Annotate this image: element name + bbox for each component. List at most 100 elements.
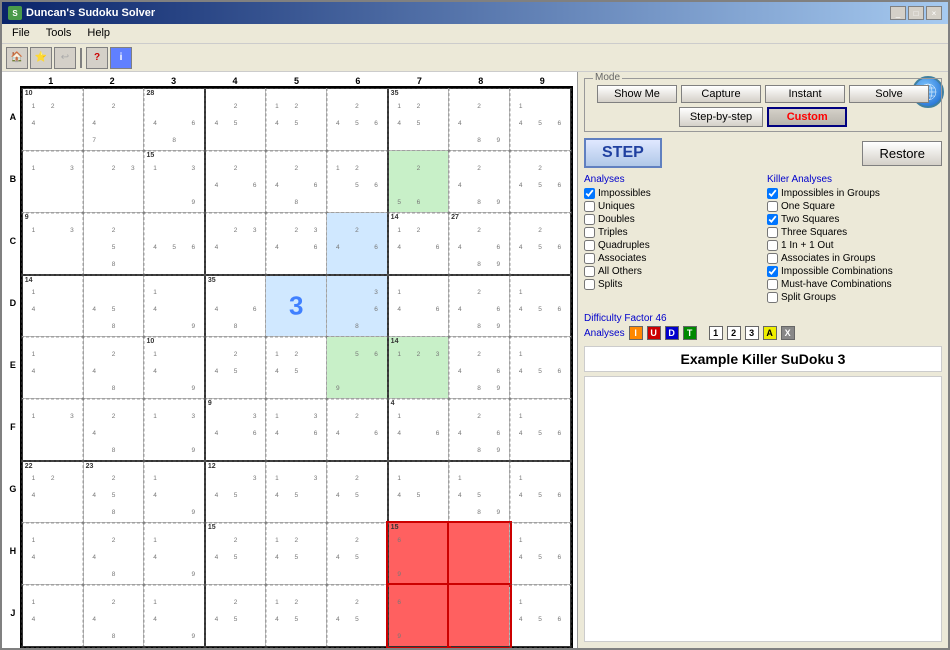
cell-8-4[interactable]: 1245	[266, 585, 327, 647]
checkbox-impossibles[interactable]	[584, 188, 595, 199]
minimize-button[interactable]: _	[890, 6, 906, 20]
cell-7-1[interactable]: 248	[83, 523, 144, 585]
cell-5-8[interactable]: 1456	[510, 399, 571, 461]
cell-3-4[interactable]: 3	[266, 275, 327, 337]
cell-2-0[interactable]: 913	[22, 213, 83, 275]
restore-button[interactable]: Restore	[862, 141, 942, 166]
cell-8-8[interactable]: 1456	[510, 585, 571, 647]
cell-1-0[interactable]: 13	[22, 151, 83, 213]
step-button[interactable]: STEP	[584, 138, 662, 168]
cell-8-0[interactable]: 14	[22, 585, 83, 647]
cell-6-3[interactable]: 12345	[205, 461, 266, 523]
cell-5-4[interactable]: 1346	[266, 399, 327, 461]
star-button[interactable]: ⭐	[30, 47, 52, 69]
cell-6-2[interactable]: 149	[144, 461, 205, 523]
cell-4-4[interactable]: 1245	[266, 337, 327, 399]
cell-6-5[interactable]: 245	[327, 461, 388, 523]
cell-5-3[interactable]: 9346	[205, 399, 266, 461]
cell-5-2[interactable]: 139	[144, 399, 205, 461]
checkbox-split-groups[interactable]	[767, 292, 778, 303]
cell-5-0[interactable]: 13	[22, 399, 83, 461]
close-button[interactable]: ×	[926, 6, 942, 20]
show-me-button[interactable]: Show Me	[597, 85, 677, 103]
cell-2-1[interactable]: 258	[83, 213, 144, 275]
cell-2-2[interactable]: 456	[144, 213, 205, 275]
sudoku-grid[interactable]: 1012424728468245124524563512452489145613…	[20, 86, 573, 648]
cell-1-8[interactable]: 2456	[510, 151, 571, 213]
checkbox-uniques[interactable]	[584, 201, 595, 212]
instant-button[interactable]: Instant	[765, 85, 845, 103]
cell-6-8[interactable]: 1456	[510, 461, 571, 523]
cell-4-0[interactable]: 14	[22, 337, 83, 399]
checkbox-associates-groups[interactable]	[767, 253, 778, 264]
cell-2-7[interactable]: 2724689	[449, 213, 510, 275]
cell-7-7[interactable]	[449, 523, 510, 585]
cell-4-1[interactable]: 248	[83, 337, 144, 399]
checkbox-must-have-combos[interactable]	[767, 279, 778, 290]
checkbox-associates[interactable]	[584, 253, 595, 264]
cell-5-5[interactable]: 246	[327, 399, 388, 461]
cell-5-1[interactable]: 248	[83, 399, 144, 461]
cell-7-6[interactable]: 1569	[388, 523, 449, 585]
cell-1-2[interactable]: 15139	[144, 151, 205, 213]
cell-1-1[interactable]: 23	[83, 151, 144, 213]
home-button[interactable]: 🏠	[6, 47, 28, 69]
cell-4-8[interactable]: 1456	[510, 337, 571, 399]
cell-3-1[interactable]: 458	[83, 275, 144, 337]
solve-button[interactable]: Solve	[849, 85, 929, 103]
cell-1-7[interactable]: 2489	[449, 151, 510, 213]
capture-button[interactable]: Capture	[681, 85, 761, 103]
menu-help[interactable]: Help	[79, 26, 118, 41]
cell-2-8[interactable]: 2456	[510, 213, 571, 275]
cell-6-6[interactable]: 145	[388, 461, 449, 523]
checkbox-impossible-combos[interactable]	[767, 266, 778, 277]
cell-7-4[interactable]: 1245	[266, 523, 327, 585]
step-by-step-button[interactable]: Step-by-step	[679, 107, 763, 127]
cell-7-8[interactable]: 1456	[510, 523, 571, 585]
maximize-button[interactable]: □	[908, 6, 924, 20]
cell-4-7[interactable]: 24689	[449, 337, 510, 399]
cell-7-2[interactable]: 149	[144, 523, 205, 585]
cell-0-7[interactable]: 2489	[449, 89, 510, 151]
cell-0-4[interactable]: 1245	[266, 89, 327, 151]
cell-3-2[interactable]: 149	[144, 275, 205, 337]
cell-3-7[interactable]: 24689	[449, 275, 510, 337]
checkbox-1in1out[interactable]	[767, 240, 778, 251]
cell-1-5[interactable]: 1256	[327, 151, 388, 213]
checkbox-three-squares[interactable]	[767, 227, 778, 238]
cell-0-2[interactable]: 28468	[144, 89, 205, 151]
undo-button[interactable]: ↩	[54, 47, 76, 69]
cell-8-7[interactable]	[449, 585, 510, 647]
cell-4-5[interactable]: 569	[327, 337, 388, 399]
checkbox-doubles[interactable]	[584, 214, 595, 225]
window-controls[interactable]: _ □ ×	[890, 6, 942, 20]
cell-0-1[interactable]: 247	[83, 89, 144, 151]
checkbox-two-squares[interactable]	[767, 214, 778, 225]
cell-2-5[interactable]: 246	[327, 213, 388, 275]
cell-3-5[interactable]: 368	[327, 275, 388, 337]
cell-3-8[interactable]: 1456	[510, 275, 571, 337]
cell-4-2[interactable]: 10149	[144, 337, 205, 399]
cell-8-3[interactable]: 245	[205, 585, 266, 647]
menu-tools[interactable]: Tools	[38, 26, 80, 41]
checkbox-triples[interactable]	[584, 227, 595, 238]
cell-8-1[interactable]: 248	[83, 585, 144, 647]
cell-8-5[interactable]: 245	[327, 585, 388, 647]
cell-1-6[interactable]: 256	[388, 151, 449, 213]
info-button[interactable]: i	[110, 47, 132, 69]
menu-file[interactable]: File	[4, 26, 38, 41]
cell-0-8[interactable]: 1456	[510, 89, 571, 151]
checkbox-one-square[interactable]	[767, 201, 778, 212]
cell-5-7[interactable]: 24689	[449, 399, 510, 461]
custom-button[interactable]: Custom	[767, 107, 847, 127]
cell-6-7[interactable]: 14589	[449, 461, 510, 523]
cell-6-4[interactable]: 1345	[266, 461, 327, 523]
cell-4-3[interactable]: 245	[205, 337, 266, 399]
cell-6-0[interactable]: 22124	[22, 461, 83, 523]
cell-0-3[interactable]: 245	[205, 89, 266, 151]
cell-0-0[interactable]: 10124	[22, 89, 83, 151]
cell-3-0[interactable]: 1414	[22, 275, 83, 337]
cell-0-5[interactable]: 2456	[327, 89, 388, 151]
cell-7-3[interactable]: 15245	[205, 523, 266, 585]
checkbox-all-others[interactable]	[584, 266, 595, 277]
